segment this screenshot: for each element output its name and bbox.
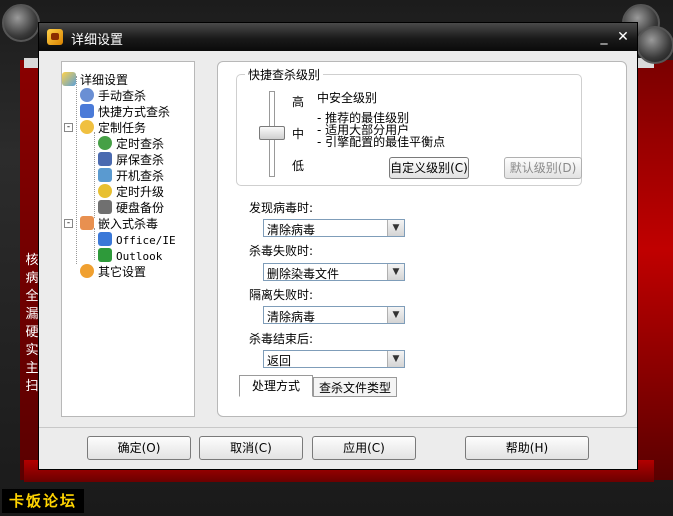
tree-item-label: Office/IE <box>116 234 176 247</box>
title-bar[interactable]: 详细设置 _ ✕ <box>39 23 637 51</box>
scan-fail-select[interactable]: 删除染毒文件 ▼ <box>263 263 405 281</box>
startup-icon <box>98 168 112 182</box>
tree-root-label: 详细设置 <box>80 73 129 87</box>
update-icon <box>98 184 112 198</box>
scan-level-group-title: 快捷查杀级别 <box>245 66 324 83</box>
tree-item-timed-update[interactable]: 定时升级 <box>98 184 164 200</box>
collapse-icon[interactable]: - <box>64 123 73 132</box>
minimize-button[interactable]: _ <box>595 28 613 46</box>
found-virus-value: 清除病毒 <box>267 223 316 237</box>
custom-level-button[interactable]: 自定义级别(C) <box>389 157 469 179</box>
default-level-button[interactable]: 默认级别(D) <box>504 157 582 179</box>
tree-item-startup-scan[interactable]: 开机查杀 <box>98 168 164 184</box>
tree-item-label: 嵌入式杀毒 <box>98 217 159 231</box>
tree-item-label: 定时升级 <box>116 185 165 199</box>
scan-end-value: 返回 <box>267 354 292 368</box>
level-note: - 引擎配置的最佳平衡点 <box>317 135 446 149</box>
found-virus-select[interactable]: 清除病毒 ▼ <box>263 219 405 237</box>
footer-divider <box>39 427 637 428</box>
settings-icon <box>62 72 76 86</box>
window-title: 详细设置 <box>71 33 124 48</box>
isolate-fail-label: 隔离失败时: <box>249 288 314 302</box>
isolate-fail-select[interactable]: 清除病毒 ▼ <box>263 306 405 324</box>
tree-item-label: 屏保查杀 <box>116 153 165 167</box>
ok-button[interactable]: 确定(O) <box>87 436 191 460</box>
tree-item-shortcut-scan[interactable]: 快捷方式查杀 <box>80 104 170 120</box>
tree-item-screensaver-scan[interactable]: 屏保查杀 <box>98 152 164 168</box>
collapse-icon[interactable]: - <box>64 219 73 228</box>
tree-item-label: 快捷方式查杀 <box>98 105 171 119</box>
app-shield-icon <box>47 29 63 45</box>
tree-item-disk-backup[interactable]: 硬盘备份 <box>98 200 164 216</box>
tree-item-custom-task[interactable]: - 定制任务 <box>64 120 147 136</box>
office-icon <box>98 232 112 246</box>
disk-backup-icon <box>98 200 112 214</box>
settings-tree: 详细设置 手动查杀 快捷方式查杀 - 定制任务 定时查杀 屏保查杀 开机查杀 定… <box>61 61 195 417</box>
help-button[interactable]: 帮助(H) <box>465 436 589 460</box>
cancel-button[interactable]: 取消(C) <box>199 436 303 460</box>
tree-item-label: 硬盘备份 <box>116 201 165 215</box>
tree-item-label: 定时查杀 <box>116 137 165 151</box>
isolate-fail-value: 清除病毒 <box>267 310 316 324</box>
level-high-label: 高 <box>292 95 305 109</box>
chevron-down-icon[interactable]: ▼ <box>387 264 404 280</box>
tree-root[interactable]: 详细设置 <box>62 72 128 88</box>
level-low-label: 低 <box>292 159 305 173</box>
level-mid-label: 中 <box>292 127 305 141</box>
scan-fail-value: 删除染毒文件 <box>267 267 340 281</box>
tree-item-label: Outlook <box>116 250 163 263</box>
chevron-down-icon[interactable]: ▼ <box>387 220 404 236</box>
tab-scan-file-types[interactable]: 查杀文件类型 <box>313 377 397 397</box>
tree-item-label: 定制任务 <box>98 121 147 135</box>
apply-button[interactable]: 应用(C) <box>312 436 416 460</box>
tree-item-manual-scan[interactable]: 手动查杀 <box>80 88 146 104</box>
forum-watermark: 卡饭论坛 <box>2 489 84 513</box>
current-level: 中安全级别 <box>317 91 378 105</box>
knob-top-left <box>2 4 40 42</box>
embed-icon <box>80 216 94 230</box>
clock-task-icon <box>80 120 94 134</box>
tree-item-other-settings[interactable]: 其它设置 <box>80 264 146 280</box>
shortcut-icon <box>80 104 94 118</box>
level-slider-thumb[interactable] <box>259 126 285 140</box>
tree-item-timed-scan[interactable]: 定时查杀 <box>98 136 164 152</box>
timer-icon <box>98 136 112 150</box>
settings-dialog: 详细设置 _ ✕ 详细设置 手动查杀 快捷方式查杀 - 定制任务 定时查杀 屏保… <box>38 22 638 470</box>
scan-end-select[interactable]: 返回 ▼ <box>263 350 405 368</box>
scan-end-label: 杀毒结束后: <box>249 332 314 346</box>
outlook-icon <box>98 248 112 262</box>
scan-fail-label: 杀毒失败时: <box>249 244 314 258</box>
tree-item-label: 其它设置 <box>98 265 147 279</box>
user-scan-icon <box>80 88 94 102</box>
tab-handling-method[interactable]: 处理方式 <box>239 375 313 397</box>
tree-item-embedded-scan[interactable]: - 嵌入式杀毒 <box>64 216 159 232</box>
tree-item-label: 手动查杀 <box>98 89 147 103</box>
screensaver-icon <box>98 152 112 166</box>
chevron-down-icon[interactable]: ▼ <box>387 351 404 367</box>
tree-item-outlook[interactable]: Outlook <box>98 248 162 264</box>
tree-item-office-ie[interactable]: Office/IE <box>98 232 176 248</box>
tree-item-label: 开机查杀 <box>116 169 165 183</box>
knob-right <box>636 26 673 64</box>
close-button[interactable]: ✕ <box>614 28 632 46</box>
found-virus-label: 发现病毒时: <box>249 201 314 215</box>
chevron-down-icon[interactable]: ▼ <box>387 307 404 323</box>
settings-icon <box>80 264 94 278</box>
